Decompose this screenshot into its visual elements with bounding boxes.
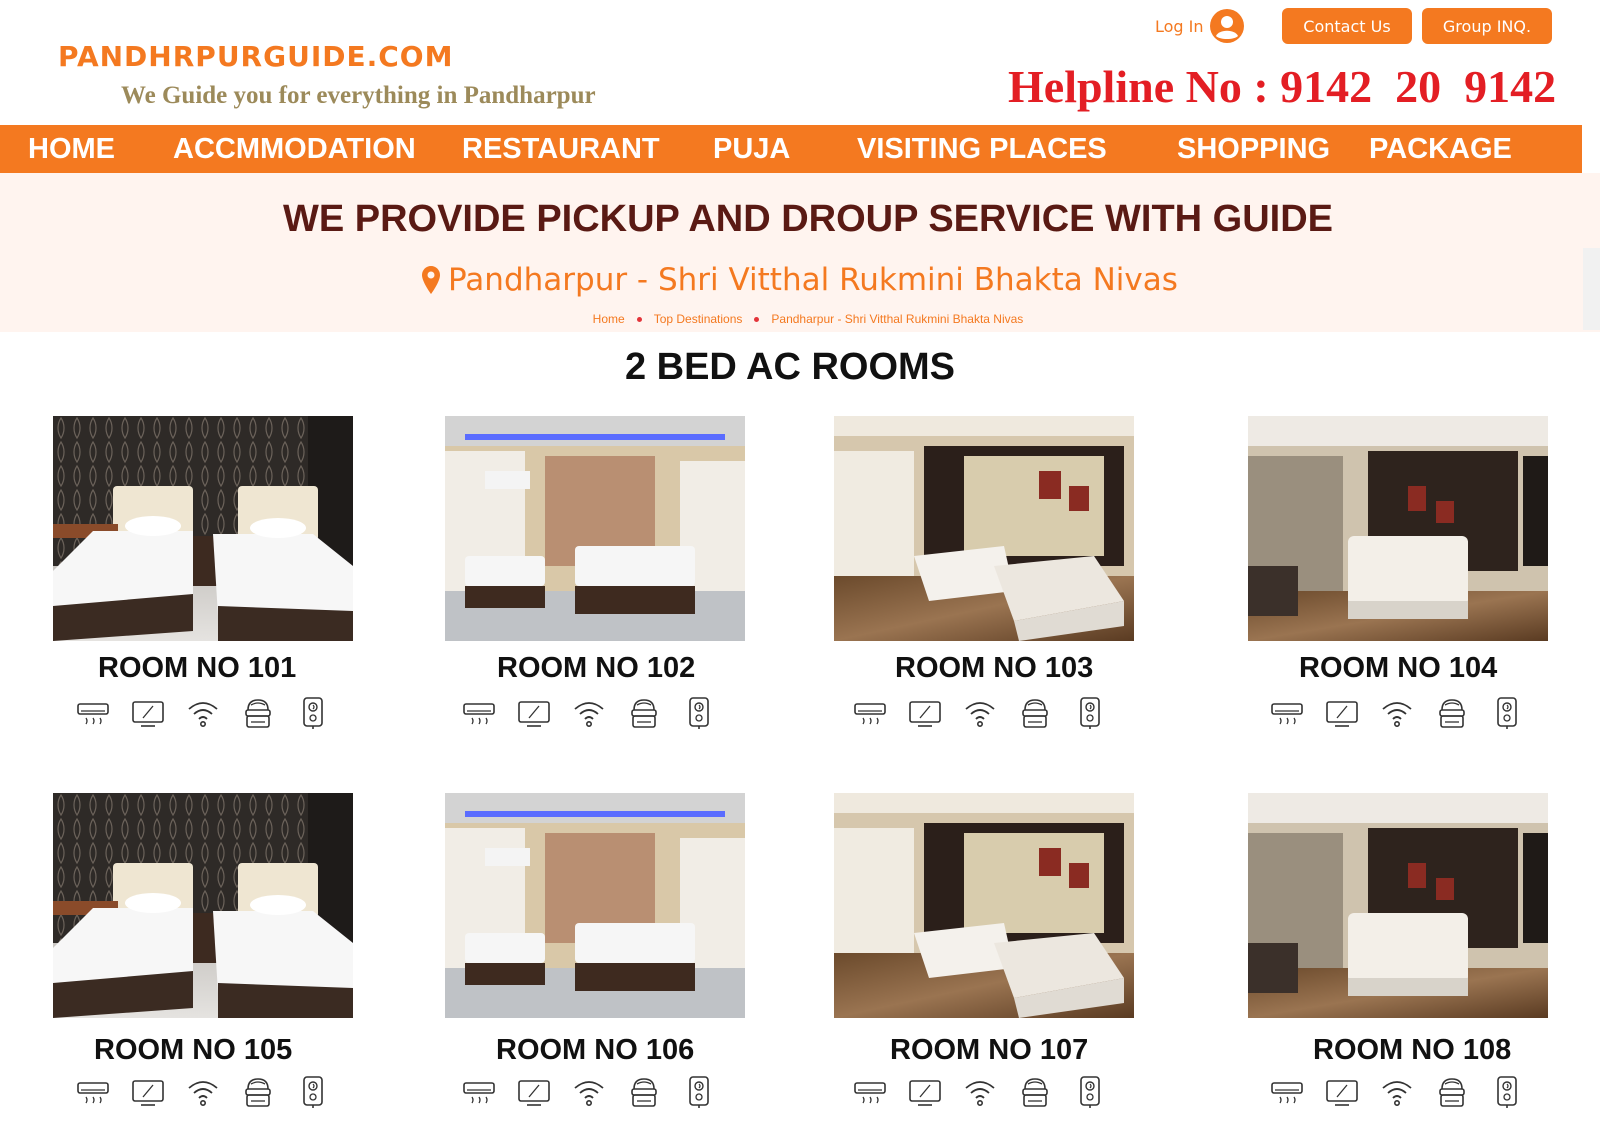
amenity-icons [1270, 696, 1524, 730]
nav-package[interactable]: PACKAGE [1369, 125, 1512, 173]
breadcrumb-top-destinations[interactable]: Top Destinations [654, 312, 743, 326]
air-conditioner-icon [77, 703, 109, 725]
geyser-icon [303, 1076, 323, 1108]
room-photo[interactable] [834, 416, 1134, 641]
tv-icon [132, 701, 164, 727]
tv-icon [518, 701, 550, 727]
room-label[interactable]: ROOM NO 107 [890, 1034, 1088, 1067]
air-conditioner-icon [77, 1082, 109, 1104]
site-logo[interactable]: PANDHRPURGUIDE.COM [58, 40, 453, 73]
tv-icon [1326, 1080, 1358, 1106]
amenity-icons [76, 696, 330, 730]
group-inquiry-button[interactable]: Group INQ. [1422, 8, 1552, 44]
kitchen-icon [1022, 699, 1048, 728]
breadcrumb-separator [636, 317, 642, 323]
room-photo[interactable] [1248, 416, 1548, 641]
geyser-icon [1497, 1076, 1517, 1108]
nav-visiting-places[interactable]: VISITING PLACES [857, 125, 1107, 173]
wifi-icon [1382, 1081, 1412, 1106]
tv-icon [909, 701, 941, 727]
kitchen-icon [631, 1078, 657, 1107]
geyser-icon [1080, 1076, 1100, 1108]
room-label[interactable]: ROOM NO 105 [94, 1034, 292, 1067]
tv-icon [518, 1080, 550, 1106]
room-photo[interactable] [445, 793, 745, 1018]
kitchen-icon [245, 1078, 271, 1107]
air-conditioner-icon [854, 1082, 886, 1104]
wifi-icon [574, 1081, 604, 1106]
room-label[interactable]: ROOM NO 102 [497, 652, 695, 685]
banner-title: WE PROVIDE PICKUP AND DROUP SERVICE WITH… [282, 198, 1334, 240]
nav-accommodation[interactable]: ACCMMODATION [173, 125, 416, 173]
nav-home[interactable]: HOME [28, 125, 115, 173]
amenity-icons [1270, 1075, 1524, 1109]
location-heading: Pandharpur - Shri Vitthal Rukmini Bhakta… [422, 262, 1178, 298]
air-conditioner-icon [854, 703, 886, 725]
tv-icon [1326, 701, 1358, 727]
kitchen-icon [245, 699, 271, 728]
helpline-number: Helpline No : 9142 20 9142 [1008, 61, 1557, 112]
tv-icon [132, 1080, 164, 1106]
room-label[interactable]: ROOM NO 106 [496, 1034, 694, 1067]
user-icon [1209, 9, 1244, 43]
amenity-icons [462, 1075, 716, 1109]
site-header: PANDHRPURGUIDE.COM We Guide you for ever… [0, 0, 1600, 125]
site-tagline: We Guide you for everything in Pandharpu… [121, 82, 596, 109]
main-nav: HOME ACCMMODATION RESTAURANT PUJA VISITI… [0, 125, 1582, 173]
page-banner [0, 173, 1600, 332]
breadcrumb-current: Pandharpur - Shri Vitthal Rukmini Bhakta… [771, 312, 1024, 326]
breadcrumb-separator [754, 317, 760, 323]
kitchen-icon [1439, 699, 1465, 728]
room-photo[interactable] [53, 793, 353, 1018]
room-photo[interactable] [834, 793, 1134, 1018]
wifi-icon [188, 1081, 218, 1106]
breadcrumb-home[interactable]: Home [593, 312, 625, 326]
breadcrumb: Home Top Destinations Pandharpur - Shri Vi… [0, 312, 1600, 326]
geyser-icon [1080, 697, 1100, 729]
geyser-icon [1497, 697, 1517, 729]
contact-us-button[interactable]: Contact Us [1282, 8, 1412, 44]
room-label[interactable]: ROOM NO 104 [1299, 652, 1497, 685]
tv-icon [909, 1080, 941, 1106]
section-title: 2 BED AC ROOMS [624, 346, 956, 388]
amenity-icons [853, 1075, 1107, 1109]
map-pin-icon [422, 266, 440, 294]
wifi-icon [965, 1081, 995, 1106]
wifi-icon [188, 702, 218, 727]
wifi-icon [965, 702, 995, 727]
room-photo[interactable] [53, 416, 353, 641]
room-label[interactable]: ROOM NO 103 [895, 652, 1093, 685]
air-conditioner-icon [463, 1082, 495, 1104]
login-link[interactable]: Log In [1155, 9, 1244, 43]
geyser-icon [689, 1076, 709, 1108]
room-photo[interactable] [1248, 793, 1548, 1018]
kitchen-icon [1022, 1078, 1048, 1107]
geyser-icon [689, 697, 709, 729]
amenity-icons [462, 696, 716, 730]
wifi-icon [574, 702, 604, 727]
nav-puja[interactable]: PUJA [713, 125, 790, 173]
location-label: Pandharpur - Shri Vitthal Rukmini Bhakta… [448, 262, 1178, 298]
geyser-icon [303, 697, 323, 729]
air-conditioner-icon [463, 703, 495, 725]
air-conditioner-icon [1271, 703, 1303, 725]
kitchen-icon [631, 699, 657, 728]
air-conditioner-icon [1271, 1082, 1303, 1104]
room-label[interactable]: ROOM NO 101 [98, 652, 296, 685]
kitchen-icon [1439, 1078, 1465, 1107]
room-label[interactable]: ROOM NO 108 [1313, 1034, 1511, 1067]
nav-shopping[interactable]: SHOPPING [1177, 125, 1330, 173]
amenity-icons [853, 696, 1107, 730]
login-label: Log In [1155, 16, 1204, 36]
room-photo[interactable] [445, 416, 745, 641]
wifi-icon [1382, 702, 1412, 727]
amenity-icons [76, 1075, 330, 1109]
nav-restaurant[interactable]: RESTAURANT [462, 125, 660, 173]
